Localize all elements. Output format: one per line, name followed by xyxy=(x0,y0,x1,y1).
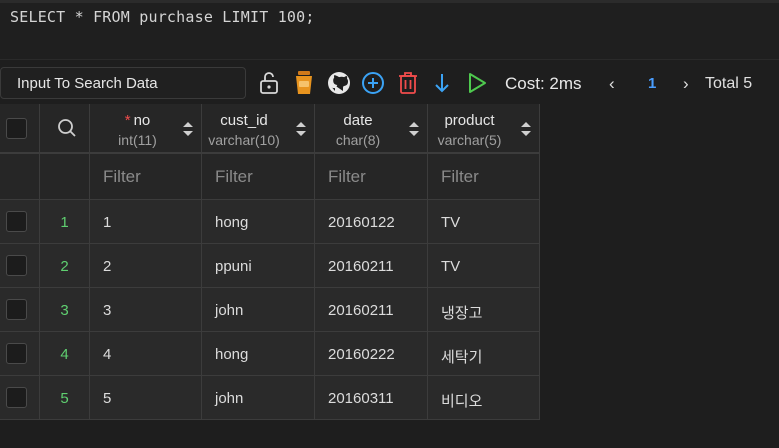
row-number: 4 xyxy=(60,346,69,363)
column-name: product xyxy=(444,112,495,129)
cell-cust-id[interactable]: john xyxy=(215,390,243,407)
unlock-icon[interactable] xyxy=(257,70,281,96)
table-row[interactable]: 3 3 john 20160211 냉장고 xyxy=(0,288,540,332)
row-checkbox[interactable] xyxy=(6,387,27,408)
filter-input[interactable]: Filter xyxy=(215,167,253,187)
row-checkbox[interactable] xyxy=(6,255,27,276)
filter-cell-date[interactable]: Filter xyxy=(315,154,428,200)
delete-icon[interactable] xyxy=(396,70,420,96)
column-type: int(11) xyxy=(118,132,157,148)
table-row[interactable]: 2 2 ppuni 20160211 TV xyxy=(0,244,540,288)
filter-empty-cell xyxy=(0,154,40,200)
current-page[interactable]: 1 xyxy=(648,75,656,92)
filter-input[interactable]: Filter xyxy=(328,167,366,187)
cell-no[interactable]: 5 xyxy=(103,390,111,407)
table-row[interactable]: 1 1 hong 20160122 TV xyxy=(0,200,540,244)
cell-product[interactable]: 세탁기 xyxy=(441,346,482,367)
column-header-cust-id[interactable]: cust_id varchar(10) xyxy=(202,104,315,154)
cell-product[interactable]: 비디오 xyxy=(441,390,482,411)
cell-date[interactable]: 20160211 xyxy=(328,258,394,275)
cell-no[interactable]: 3 xyxy=(103,302,111,319)
next-page-button[interactable]: › xyxy=(683,74,689,94)
cell-product[interactable]: TV xyxy=(441,258,460,275)
column-header-no[interactable]: * no int(11) xyxy=(90,104,202,154)
cell-no[interactable]: 1 xyxy=(103,214,111,231)
result-toolbar: Cost: 2ms ‹ 1 › Total 5 xyxy=(0,62,779,104)
search-icon[interactable] xyxy=(57,118,77,143)
cell-date[interactable]: 20160211 xyxy=(328,302,394,319)
cell-cust-id[interactable]: hong xyxy=(215,214,248,231)
cell-date[interactable]: 20160122 xyxy=(328,214,395,231)
row-number: 5 xyxy=(60,390,69,407)
row-checkbox[interactable] xyxy=(6,299,27,320)
row-number: 1 xyxy=(60,214,69,231)
coffee-icon[interactable] xyxy=(292,70,316,96)
add-circle-icon[interactable] xyxy=(361,70,385,96)
required-marker: * xyxy=(124,112,131,129)
run-icon[interactable] xyxy=(465,70,489,96)
row-checkbox[interactable] xyxy=(6,211,27,232)
column-name: date xyxy=(343,112,373,129)
sql-editor[interactable]: SELECT * FROM purchase LIMIT 100; xyxy=(0,0,779,60)
cell-cust-id[interactable]: hong xyxy=(215,346,248,363)
header-row: * no int(11) cust_id varchar(10) date cha… xyxy=(0,104,540,154)
column-type: varchar(10) xyxy=(208,132,280,148)
cell-cust-id[interactable]: ppuni xyxy=(215,258,252,275)
cell-no[interactable]: 2 xyxy=(103,258,111,275)
editor-top-border xyxy=(0,0,779,3)
filter-input[interactable]: Filter xyxy=(441,167,479,187)
search-input[interactable] xyxy=(0,67,246,99)
filter-cell-no[interactable]: Filter xyxy=(90,154,202,200)
column-name: cust_id xyxy=(220,112,268,129)
select-all-cell xyxy=(0,104,40,154)
column-header-product[interactable]: product varchar(5) xyxy=(428,104,540,154)
sql-query-text[interactable]: SELECT * FROM purchase LIMIT 100; xyxy=(10,8,315,26)
cell-no[interactable]: 4 xyxy=(103,346,111,363)
prev-page-button[interactable]: ‹ xyxy=(609,74,615,94)
select-all-checkbox[interactable] xyxy=(6,118,27,139)
arrow-down-icon[interactable] xyxy=(430,70,454,96)
row-number: 3 xyxy=(60,302,69,319)
filter-cell-cust-id[interactable]: Filter xyxy=(202,154,315,200)
query-cost: Cost: 2ms xyxy=(505,74,582,93)
column-header-date[interactable]: date char(8) xyxy=(315,104,428,154)
column-name: no xyxy=(133,112,151,129)
total-count: Total 5 xyxy=(705,75,753,92)
filter-empty-cell xyxy=(40,154,90,200)
table-row[interactable]: 5 5 john 20160311 비디오 xyxy=(0,376,540,420)
table-row[interactable]: 4 4 hong 20160222 세탁기 xyxy=(0,332,540,376)
filter-row: Filter Filter Filter Filter xyxy=(0,154,540,200)
cell-date[interactable]: 20160311 xyxy=(328,390,394,407)
column-type: char(8) xyxy=(335,132,381,148)
cell-product[interactable]: 냉장고 xyxy=(441,302,482,323)
cell-product[interactable]: TV xyxy=(441,214,460,231)
cell-date[interactable]: 20160222 xyxy=(328,346,395,363)
github-icon[interactable] xyxy=(327,70,351,96)
column-type: varchar(5) xyxy=(437,132,502,148)
row-number: 2 xyxy=(60,258,69,275)
cell-cust-id[interactable]: john xyxy=(215,302,243,319)
filter-cell-product[interactable]: Filter xyxy=(428,154,540,200)
filter-input[interactable]: Filter xyxy=(103,167,141,187)
sort-icon[interactable] xyxy=(520,120,532,138)
row-checkbox[interactable] xyxy=(6,343,27,364)
